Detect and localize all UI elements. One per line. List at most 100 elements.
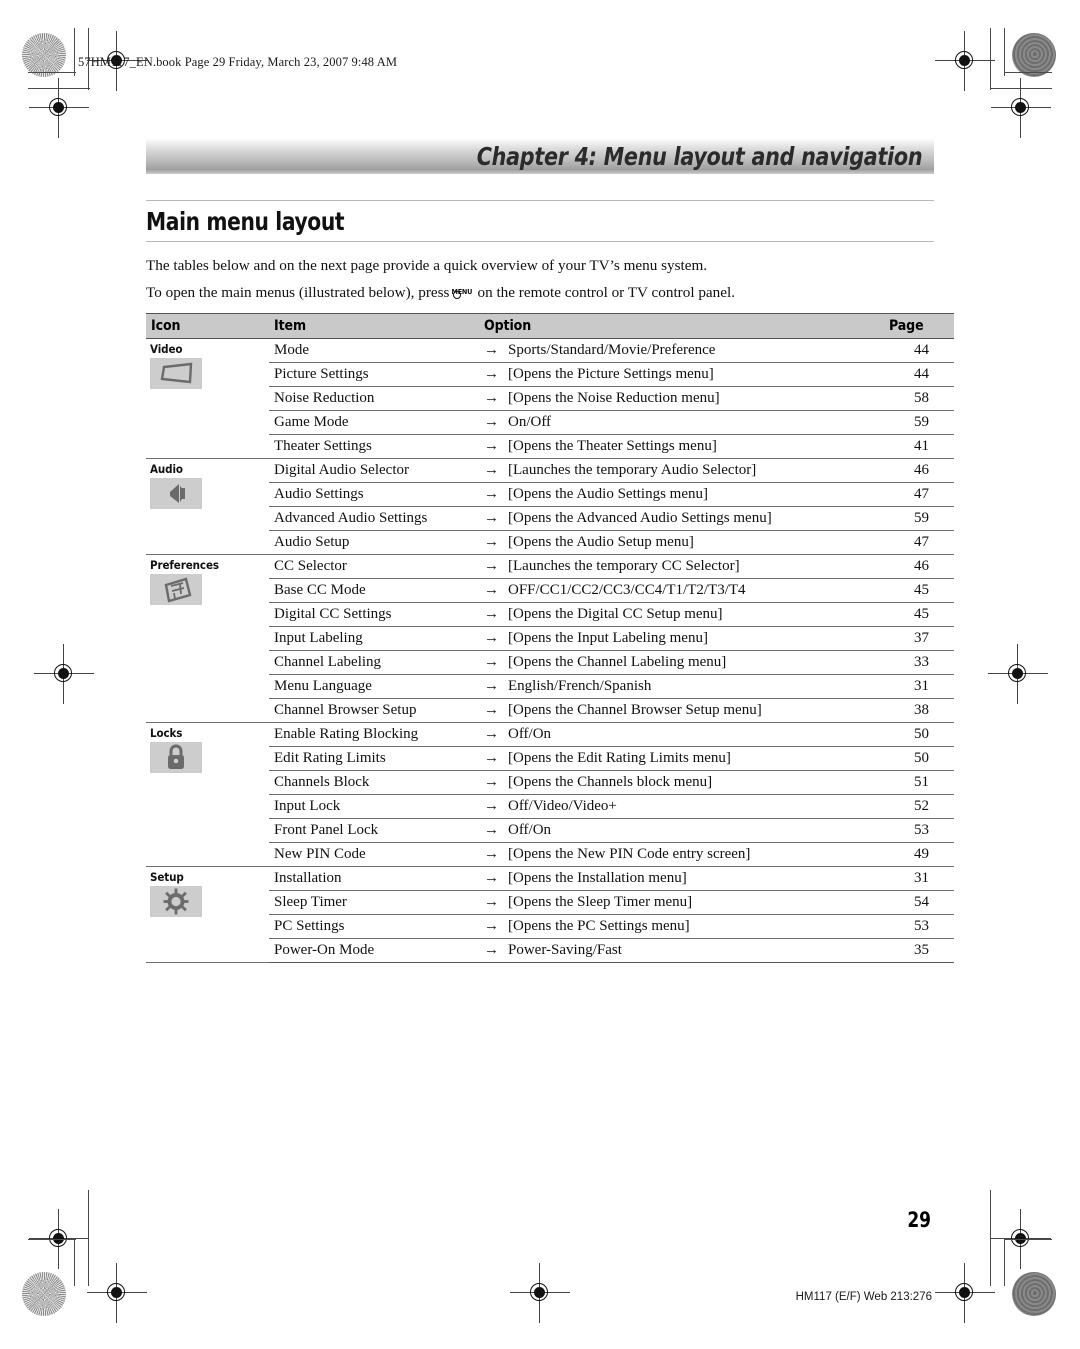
arrow-right-icon: → (484, 605, 499, 622)
menu-item-option: → Off/Video/Video+ (479, 794, 884, 819)
menu-button-icon: MENU (450, 283, 476, 300)
column-header-item: Item (269, 313, 479, 339)
crop-line (990, 28, 992, 90)
crosshair-mark-top-right (991, 78, 1051, 138)
menu-group: Locks (150, 726, 262, 773)
page-number: 29 (907, 1208, 931, 1232)
menu-item-name: Channel Browser Setup (269, 698, 479, 723)
menu-item-name: Front Panel Lock (269, 818, 479, 843)
menu-item-option: → Sports/Standard/Movie/Preference (479, 338, 884, 363)
crosshair-mark-left (34, 644, 94, 704)
crop-line (1004, 72, 1052, 74)
menu-item-option: → Power-Saving/Fast (479, 938, 884, 963)
menu-item-name: Channels Block (269, 770, 479, 795)
menu-item-name: Channel Labeling (269, 650, 479, 675)
menu-group-label: Audio (150, 462, 183, 476)
menu-item-option: → [Opens the Input Labeling menu] (479, 626, 884, 651)
speaker-icon (150, 478, 202, 509)
arrow-right-icon: → (484, 533, 499, 550)
arrow-right-icon: → (484, 581, 499, 598)
sliders-panel-icon (150, 574, 202, 605)
arrow-right-icon: → (484, 365, 499, 382)
menu-group-label: Locks (150, 726, 183, 740)
column-header-icon: Icon (146, 313, 269, 339)
menu-item-page-ref: 53 (884, 914, 954, 939)
arrow-right-icon: → (484, 413, 499, 430)
menu-group-label: Setup (150, 870, 184, 884)
menu-item-name: Picture Settings (269, 362, 479, 387)
menu-item-name: Audio Settings (269, 482, 479, 507)
arrow-right-icon: → (484, 893, 499, 910)
menu-item-option: → Off/On (479, 818, 884, 843)
menu-item-name: PC Settings (269, 914, 479, 939)
menu-item-page-ref: 44 (884, 338, 954, 363)
menu-item-name: Advanced Audio Settings (269, 506, 479, 531)
menu-item-page-ref: 46 (884, 458, 954, 483)
menu-group-icon-cell: Video (146, 338, 269, 459)
section-rule-bottom (146, 241, 934, 242)
arrow-right-icon: → (484, 941, 499, 958)
menu-item-page-ref: 58 (884, 386, 954, 411)
menu-item-option: → [Opens the Audio Settings menu] (479, 482, 884, 507)
arrow-right-icon: → (484, 653, 499, 670)
arrow-right-icon: → (484, 677, 499, 694)
column-header-option: Option (479, 313, 884, 339)
crosshair-mark-top-2 (935, 31, 995, 91)
crop-line (28, 1239, 76, 1241)
menu-item-page-ref: 45 (884, 602, 954, 627)
menu-item-option: → [Opens the Audio Setup menu] (479, 530, 884, 555)
menu-item-name: CC Selector (269, 554, 479, 579)
menu-item-name: Mode (269, 338, 479, 363)
padlock-icon (150, 742, 202, 773)
menu-item-option: → [Opens the Digital CC Setup menu] (479, 602, 884, 627)
menu-item-page-ref: 50 (884, 722, 954, 747)
menu-group: Preferences (150, 558, 262, 605)
menu-item-option: → [Opens the Edit Rating Limits menu] (479, 746, 884, 771)
menu-item-page-ref: 41 (884, 434, 954, 459)
crop-line (74, 28, 76, 76)
menu-item-page-ref: 31 (884, 866, 954, 891)
table-body: Video Mode → Sports/Standard/Movie/Preferen… (146, 338, 954, 963)
arrow-right-icon: → (484, 845, 499, 862)
menu-item-page-ref: 59 (884, 506, 954, 531)
crosshair-mark-right (988, 644, 1048, 704)
crop-line (1004, 1238, 1006, 1286)
menu-group: Audio (150, 462, 262, 509)
menu-item-option: → [Opens the Installation menu] (479, 866, 884, 891)
menu-item-name: Power-On Mode (269, 938, 479, 963)
moire-circle-top-right (1012, 33, 1056, 77)
table-header-row: Icon Item Option Page (146, 313, 954, 339)
menu-item-page-ref: 47 (884, 530, 954, 555)
arrow-right-icon: → (484, 437, 499, 454)
menu-item-option: → [Opens the Sleep Timer menu] (479, 890, 884, 915)
crop-line (74, 1238, 76, 1286)
arrow-right-icon: → (484, 485, 499, 502)
menu-group-label: Preferences (150, 558, 219, 572)
menu-item-name: Game Mode (269, 410, 479, 435)
menu-group: Setup (150, 870, 262, 917)
crosshair-mark-bottom-center (510, 1263, 570, 1323)
menu-group-label: Video (150, 342, 183, 356)
menu-item-option: → [Opens the Channels block menu] (479, 770, 884, 795)
intro-line-2-after: on the remote control or TV control pane… (477, 284, 736, 301)
menu-item-name: Installation (269, 866, 479, 891)
menu-item-name: Theater Settings (269, 434, 479, 459)
menu-item-name: Base CC Mode (269, 578, 479, 603)
chapter-title-bar: Chapter 4: Menu layout and navigation (146, 138, 934, 174)
arrow-right-icon: → (484, 461, 499, 478)
menu-item-name: New PIN Code (269, 842, 479, 867)
page-edge-rule-left (88, 1190, 90, 1286)
menu-item-page-ref: 53 (884, 818, 954, 843)
arrow-right-icon: → (484, 773, 499, 790)
chapter-title: Chapter 4: Menu layout and navigation (476, 141, 922, 171)
table-row: Locks Enable Rating Blocking → Off/On 50 (146, 722, 954, 867)
menu-item-name: Digital CC Settings (269, 602, 479, 627)
crosshair-mark-bottom-right (935, 1263, 995, 1323)
document-footer: HM117 (E/F) Web 213:276 (795, 1291, 932, 1303)
crosshair-mark-bottom-left (87, 1263, 147, 1323)
arrow-right-icon: → (484, 557, 499, 574)
menu-group-icon-cell: Preferences (146, 554, 269, 723)
menu-item-name: Audio Setup (269, 530, 479, 555)
video-screen-icon (150, 358, 202, 389)
arrow-right-icon: → (484, 917, 499, 934)
